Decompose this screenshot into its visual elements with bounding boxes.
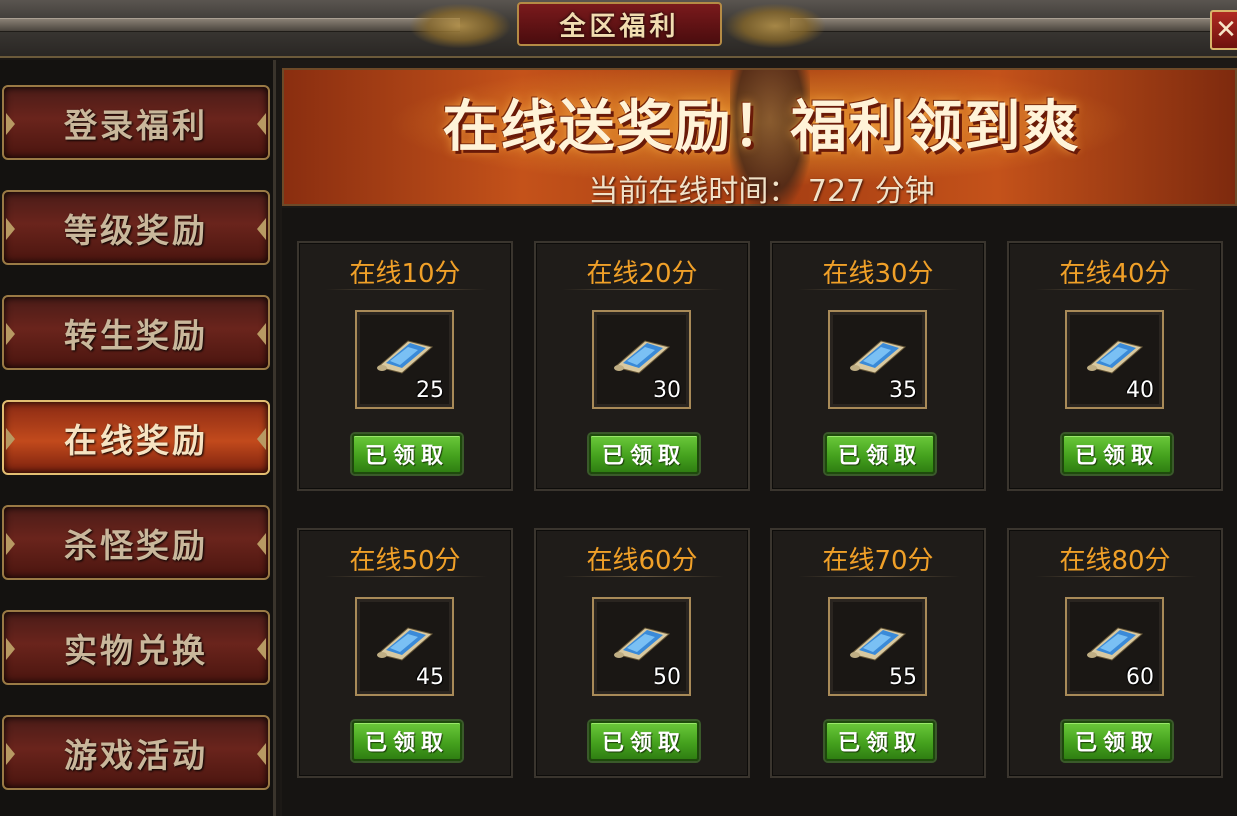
button-cap-right	[257, 428, 266, 450]
sidebar-item-kill-reward[interactable]: 杀怪奖励	[2, 505, 270, 580]
title-divider	[1035, 576, 1197, 577]
title-ornament-left	[410, 4, 510, 48]
scroll-icon	[1086, 627, 1144, 661]
sidebar-item-label: 转生奖励	[64, 315, 208, 355]
sidebar-item-online-reward[interactable]: 在线奖励	[2, 400, 270, 475]
claimed-button[interactable]: 已领取	[589, 721, 699, 761]
sidebar-item-game-events[interactable]: 游戏活动	[2, 715, 270, 790]
title-ornament-right	[725, 4, 825, 48]
button-cap-left	[6, 428, 15, 450]
item-count: 40	[1126, 378, 1154, 403]
reward-card: 在线80分 60 已领取	[1007, 528, 1223, 778]
reward-card: 在线30分 35 已领取	[770, 241, 986, 491]
reward-title: 在线10分	[349, 259, 461, 289]
reward-title: 在线50分	[349, 546, 461, 576]
main-panel: 在线送奖励！福利领到爽 当前在线时间： 727 分钟 在线10分 25 已领取 …	[280, 60, 1237, 816]
title-rail-right	[790, 18, 1210, 32]
item-count: 35	[889, 378, 917, 403]
reward-title: 在线70分	[822, 546, 934, 576]
claimed-button[interactable]: 已领取	[352, 721, 462, 761]
item-count: 30	[653, 378, 681, 403]
item-slot[interactable]: 45	[355, 597, 454, 696]
button-cap-right	[257, 638, 266, 660]
scroll-icon	[613, 627, 671, 661]
item-slot[interactable]: 40	[1065, 310, 1164, 409]
claimed-button[interactable]: 已领取	[589, 434, 699, 474]
sidebar-item-label: 实物兑换	[64, 630, 208, 670]
item-slot[interactable]: 60	[1065, 597, 1164, 696]
reward-card: 在线50分 45 已领取	[297, 528, 513, 778]
claimed-button[interactable]: 已领取	[1062, 721, 1172, 761]
reward-card: 在线70分 55 已领取	[770, 528, 986, 778]
button-cap-right	[257, 533, 266, 555]
item-slot[interactable]: 35	[828, 310, 927, 409]
title-rail-left	[0, 18, 460, 32]
button-cap-left	[6, 218, 15, 240]
sidebar-item-label: 游戏活动	[64, 735, 208, 775]
title-divider	[562, 576, 724, 577]
reward-card: 在线40分 40 已领取	[1007, 241, 1223, 491]
reward-title: 在线40分	[1059, 259, 1171, 289]
claimed-button[interactable]: 已领取	[825, 721, 935, 761]
item-slot[interactable]: 30	[592, 310, 691, 409]
title-divider	[325, 289, 487, 290]
reward-title: 在线20分	[586, 259, 698, 289]
close-icon: ✕	[1215, 15, 1237, 45]
sidebar-item-label: 在线奖励	[64, 420, 208, 460]
button-cap-left	[6, 533, 15, 555]
scroll-icon	[849, 340, 907, 374]
sidebar-nav: 登录福利 等级奖励 转生奖励 在线奖励 杀怪奖励 实物兑换 游戏活动	[0, 60, 276, 816]
reward-title: 在线30分	[822, 259, 934, 289]
button-cap-right	[257, 218, 266, 240]
item-count: 25	[416, 378, 444, 403]
sidebar-item-physical-exchange[interactable]: 实物兑换	[2, 610, 270, 685]
button-cap-left	[6, 638, 15, 660]
button-cap-left	[6, 743, 15, 765]
promo-banner: 在线送奖励！福利领到爽 当前在线时间： 727 分钟	[282, 68, 1237, 209]
reward-title: 在线60分	[586, 546, 698, 576]
scroll-icon	[849, 627, 907, 661]
button-cap-right	[257, 743, 266, 765]
button-cap-right	[257, 113, 266, 135]
online-time-readout: 当前在线时间： 727 分钟	[588, 174, 935, 209]
button-cap-right	[257, 323, 266, 345]
claimed-button[interactable]: 已领取	[1062, 434, 1172, 474]
banner-headline: 在线送奖励！福利领到爽	[442, 95, 1081, 160]
window-title-bar: 全区福利 ✕	[0, 0, 1237, 58]
sidebar-item-label: 杀怪奖励	[64, 525, 208, 565]
button-cap-left	[6, 113, 15, 135]
item-slot[interactable]: 50	[592, 597, 691, 696]
sidebar-item-login-bonus[interactable]: 登录福利	[2, 85, 270, 160]
item-count: 55	[889, 665, 917, 690]
sidebar-item-label: 等级奖励	[64, 210, 208, 250]
button-cap-left	[6, 323, 15, 345]
sidebar-item-level-reward[interactable]: 等级奖励	[2, 190, 270, 265]
window-title: 全区福利	[517, 2, 722, 46]
claimed-button[interactable]: 已领取	[825, 434, 935, 474]
reward-card: 在线10分 25 已领取	[297, 241, 513, 491]
reward-title: 在线80分	[1059, 546, 1171, 576]
title-divider	[798, 289, 960, 290]
item-slot[interactable]: 25	[355, 310, 454, 409]
title-divider	[562, 289, 724, 290]
scroll-icon	[1086, 340, 1144, 374]
sidebar-item-label: 登录福利	[64, 105, 208, 145]
sidebar-item-rebirth-reward[interactable]: 转生奖励	[2, 295, 270, 370]
reward-card: 在线20分 30 已领取	[534, 241, 750, 491]
reward-grid: 在线10分 25 已领取 在线20分 30 已领取 在线30分 35 已领取 在…	[282, 208, 1237, 816]
scroll-icon	[376, 627, 434, 661]
title-divider	[798, 576, 960, 577]
title-divider	[1035, 289, 1197, 290]
item-count: 60	[1126, 665, 1154, 690]
scroll-icon	[613, 340, 671, 374]
item-slot[interactable]: 55	[828, 597, 927, 696]
item-count: 45	[416, 665, 444, 690]
title-divider	[325, 576, 487, 577]
close-button[interactable]: ✕	[1210, 10, 1237, 50]
reward-card: 在线60分 50 已领取	[534, 528, 750, 778]
claimed-button[interactable]: 已领取	[352, 434, 462, 474]
scroll-icon	[376, 340, 434, 374]
item-count: 50	[653, 665, 681, 690]
